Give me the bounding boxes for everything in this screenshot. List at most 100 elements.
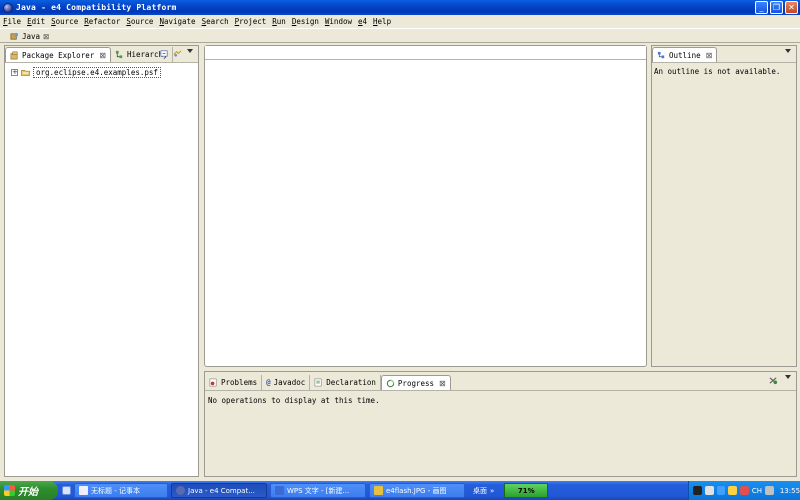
view-menu-icon[interactable]: [785, 49, 791, 53]
taskbar: 开始 无标题 - 记事本 Java - e4 Compat... WPS 文字 …: [0, 481, 800, 500]
task-label: WPS 文字 - [新建...: [287, 486, 350, 495]
view-toolbar: [160, 49, 182, 58]
bottom-panel-tabs: Problems @ Javadoc Declaration Progress …: [205, 372, 796, 391]
outline-view: Outline ⊠ An outline is not available.: [651, 45, 797, 367]
input-method-indicator[interactable]: CH: [752, 487, 762, 495]
package-explorer-view: Package Explorer ⊠ Hierarchy + org.eclip…: [4, 45, 199, 477]
menu-file[interactable]: File: [3, 17, 21, 26]
task-eclipse[interactable]: Java - e4 Compat...: [171, 483, 267, 498]
battery-indicator[interactable]: 71%: [504, 483, 549, 498]
menu-project[interactable]: Project: [235, 17, 267, 26]
menu-source[interactable]: Source: [51, 17, 78, 26]
project-folder-icon: [21, 69, 30, 76]
eclipse-icon: [176, 486, 185, 495]
task-wps[interactable]: WPS 文字 - [新建...: [270, 483, 366, 498]
eclipse-app-icon: [3, 2, 13, 13]
title-bar: Java - e4 Compatibility Platform _ ❐ ✕: [0, 0, 800, 15]
perspective-label: Java: [22, 32, 41, 41]
menu-help[interactable]: Help: [373, 17, 391, 26]
problems-icon: [209, 378, 217, 387]
clock: 13:55: [779, 486, 800, 495]
view-menu-icon[interactable]: [785, 375, 791, 379]
link-with-editor-icon[interactable]: [173, 49, 182, 58]
expand-icon[interactable]: +: [11, 69, 18, 76]
tray-app-icon[interactable]: [740, 486, 749, 495]
tray-app-icon[interactable]: [693, 486, 702, 495]
view-menu-icon[interactable]: [187, 49, 193, 53]
menu-window[interactable]: Window: [325, 17, 352, 26]
progress-message: No operations to display at this time.: [208, 396, 380, 405]
menu-edit[interactable]: Edit: [27, 17, 45, 26]
task-label: Java - e4 Compat...: [188, 486, 255, 495]
tray-app-icon[interactable]: [704, 486, 714, 495]
minimize-button[interactable]: _: [755, 1, 768, 14]
task-label: e4flash.JPG - 画图: [386, 486, 447, 495]
desktop-toolbar[interactable]: 桌面 »: [473, 486, 494, 496]
tab-progress[interactable]: Progress ⊠: [380, 375, 451, 390]
close-icon[interactable]: ⊠: [439, 379, 446, 388]
restore-button[interactable]: ❐: [770, 1, 783, 14]
close-button[interactable]: ✕: [785, 1, 798, 14]
menu-run[interactable]: Run: [272, 17, 286, 26]
tab-label: Declaration: [326, 378, 376, 387]
at-icon: @: [266, 378, 271, 387]
tab-javadoc[interactable]: @ Javadoc: [262, 375, 311, 390]
package-explorer-header: Package Explorer ⊠ Hierarchy: [5, 46, 198, 63]
volume-icon[interactable]: [765, 486, 774, 495]
tab-package-explorer[interactable]: Package Explorer ⊠: [5, 47, 111, 62]
remove-all-finished-icon[interactable]: [769, 376, 778, 385]
start-button[interactable]: 开始: [0, 481, 58, 500]
tray-app-icon[interactable]: [716, 486, 726, 495]
task-paint[interactable]: e4flash.JPG - 画图: [369, 483, 465, 498]
window-title: Java - e4 Compatibility Platform: [16, 3, 177, 12]
quick-launch: [62, 486, 71, 495]
windows-flag-icon: [4, 485, 15, 496]
system-tray: CH 13:55: [688, 481, 800, 500]
menu-refactor[interactable]: Refactor: [84, 17, 120, 26]
tab-problems[interactable]: Problems: [205, 375, 263, 390]
menu-e4[interactable]: e4: [358, 17, 367, 26]
tree-item-project[interactable]: + org.eclipse.e4.examples.psf: [11, 67, 161, 78]
task-label: 无标题 - 记事本: [91, 486, 140, 495]
outline-icon: [657, 51, 665, 58]
menu-design[interactable]: Design: [292, 17, 319, 26]
desktop-label: 桌面: [473, 486, 487, 495]
java-perspective-icon: [10, 32, 19, 40]
paint-icon: [374, 486, 383, 495]
close-icon[interactable]: ⊠: [43, 32, 49, 41]
perspective-tab-java[interactable]: Java ⊠: [7, 30, 52, 43]
chevron-icon: »: [490, 486, 495, 495]
progress-icon: [386, 379, 395, 387]
project-label: org.eclipse.e4.examples.psf: [33, 67, 161, 78]
tab-label: Progress: [397, 378, 435, 388]
editor-tab-strip: [205, 46, 646, 60]
collapse-all-icon[interactable]: [160, 49, 169, 58]
task-notepad[interactable]: 无标题 - 记事本: [74, 483, 168, 498]
start-label: 开始: [18, 487, 38, 498]
menu-source-2[interactable]: Source: [126, 17, 153, 26]
tab-outline[interactable]: Outline ⊠: [652, 47, 718, 62]
tab-label: Outline: [669, 50, 701, 60]
perspective-bar: Java ⊠: [0, 28, 800, 43]
window-controls: _ ❐ ✕: [755, 1, 798, 14]
outline-message: An outline is not available.: [654, 67, 781, 76]
menu-navigate[interactable]: Navigate: [159, 17, 195, 26]
quick-launch-icon[interactable]: [62, 486, 71, 495]
editor-area: [204, 45, 647, 367]
outline-header: Outline ⊠: [652, 46, 796, 63]
hierarchy-icon: [115, 50, 123, 59]
package-icon: [10, 51, 18, 59]
tab-label: Package Explorer: [22, 50, 95, 60]
wps-icon: [275, 486, 284, 495]
bottom-panel: Problems @ Javadoc Declaration Progress …: [204, 371, 797, 477]
tray-app-icon[interactable]: [728, 486, 738, 495]
close-icon[interactable]: ⊠: [99, 51, 106, 60]
tab-declaration[interactable]: Declaration: [310, 375, 381, 390]
notepad-icon: [79, 486, 88, 495]
tab-label: Problems: [221, 378, 258, 387]
tab-label: Javadoc: [273, 378, 306, 387]
close-icon[interactable]: ⊠: [706, 51, 713, 60]
menu-search[interactable]: Search: [202, 17, 229, 26]
declaration-icon: [314, 378, 322, 387]
menu-bar: File Edit Source Refactor Source Navigat…: [0, 15, 800, 28]
